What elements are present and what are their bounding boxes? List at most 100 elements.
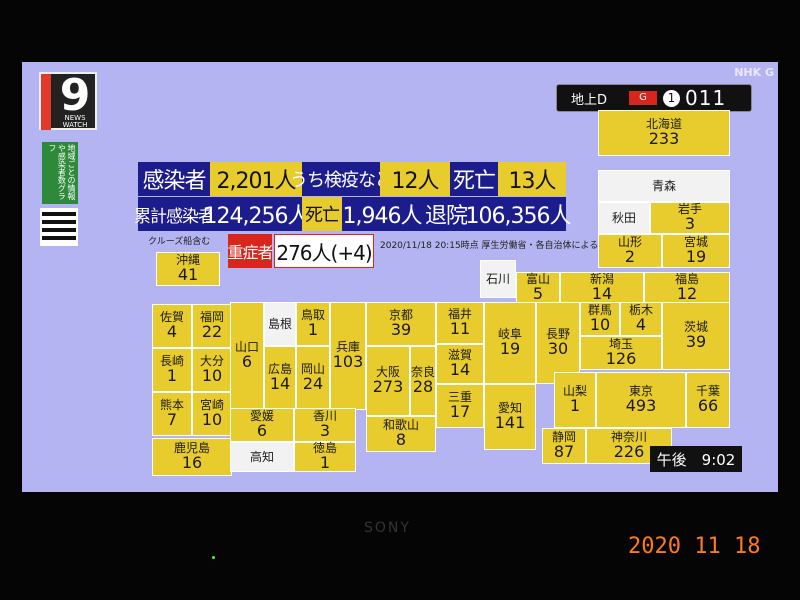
prefecture-count: 14 xyxy=(591,283,613,303)
prefecture-tile: 大阪 273 xyxy=(366,346,410,416)
prefecture-count: 87 xyxy=(553,441,575,461)
prefecture-tile: 山梨 1 xyxy=(554,372,596,428)
prefecture-count: 3 xyxy=(319,420,331,440)
prefecture-tile: 福井 11 xyxy=(436,302,484,344)
channel-badge: G xyxy=(629,91,657,105)
prefecture-tile: 鹿児島 16 xyxy=(152,438,232,476)
channel-indicator: 地上D G 1 011 xyxy=(556,84,752,112)
channel-label: 地上D xyxy=(571,93,608,108)
cum-death-label: 死亡 xyxy=(302,197,342,231)
prefecture-tile: 静岡 87 xyxy=(542,428,586,464)
prefecture-count: 39 xyxy=(685,331,707,351)
prefecture-tile: 埼玉 126 xyxy=(580,336,662,370)
prefecture-count: 8 xyxy=(395,429,407,449)
prefecture-count: 3 xyxy=(684,213,696,233)
prefecture-tile: 岐阜 19 xyxy=(484,302,536,384)
prefecture-name: 石川 xyxy=(485,271,510,286)
discharged-value: 106,356人 xyxy=(466,197,572,231)
prefecture-count: 14 xyxy=(449,359,471,379)
channel-corner-mark: NHK G xyxy=(734,66,774,79)
prefecture-count: 22 xyxy=(201,321,223,341)
death-label: 死亡 xyxy=(450,162,498,196)
prefecture-tile: 兵庫 103 xyxy=(330,302,366,410)
severe-value: 276人(+4) xyxy=(274,234,374,268)
prefecture-count: 226 xyxy=(613,441,645,461)
prefecture-name: 高知 xyxy=(249,449,274,464)
prefecture-tile: 高知 xyxy=(230,442,294,472)
prefecture-count: 1 xyxy=(166,365,178,385)
prefecture-tile: 北海道 233 xyxy=(598,110,730,156)
prefecture-tile: 岩手 3 xyxy=(650,202,730,234)
prefecture-tile: 新潟 14 xyxy=(560,272,644,304)
prefecture-count: 2 xyxy=(624,246,636,266)
prefecture-count: 10 xyxy=(201,365,223,385)
prefecture-tile: 東京 493 xyxy=(596,372,686,428)
timestamp-note: 2020/11/18 20:15時点 厚生労働省・各自治体による xyxy=(380,241,599,251)
photo-date-stamp: 2020 11 18 xyxy=(628,534,761,559)
prefecture-tile: 島根 xyxy=(264,302,296,346)
prefecture-count: 19 xyxy=(685,246,707,266)
prefecture-count: 30 xyxy=(547,338,569,358)
prefecture-tile: 秋田 xyxy=(598,202,650,234)
prefecture-count: 10 xyxy=(201,409,223,429)
prefecture-count: 1 xyxy=(569,395,581,415)
qr-code-icon xyxy=(40,208,78,246)
discharged-label: 退院 xyxy=(422,197,470,231)
side-label-text: 地域ごとの情報や感染者数グラフ xyxy=(47,144,76,200)
prefecture-tile: 沖縄 41 xyxy=(156,252,220,286)
prefecture-tile: 熊本 7 xyxy=(152,392,192,436)
prefecture-count: 7 xyxy=(166,409,178,429)
prefecture-tile: 大分 10 xyxy=(192,348,232,392)
prefecture-tile: 茨城 39 xyxy=(662,302,730,370)
infected-label: 感染者 xyxy=(138,162,210,196)
prefecture-tile: 富山 5 xyxy=(516,272,560,304)
tv-brand: SONY xyxy=(364,520,411,536)
prefecture-count: 103 xyxy=(332,351,364,371)
prefecture-tile: 愛知 141 xyxy=(484,384,536,450)
newswatch9-logo: 9 NEWS WATCH xyxy=(39,70,97,130)
prefecture-count: 141 xyxy=(494,412,526,432)
prefecture-tile: 愛媛 6 xyxy=(230,408,294,442)
prefecture-name: 秋田 xyxy=(611,210,636,225)
prefecture-tile: 香川 3 xyxy=(294,408,356,442)
prefecture-tile: 福岡 22 xyxy=(192,304,232,348)
quarantine-label: うち検疫など xyxy=(290,162,393,196)
prefecture-count: 493 xyxy=(625,395,657,415)
prefecture-tile: 徳島 1 xyxy=(294,442,356,472)
prefecture-tile: 群馬 10 xyxy=(580,302,620,336)
prefecture-count: 24 xyxy=(302,373,324,393)
prefecture-tile: 鳥取 1 xyxy=(296,302,330,346)
prefecture-name: 青森 xyxy=(651,178,676,193)
prefecture-tile: 岡山 24 xyxy=(296,346,330,410)
prefecture-count: 6 xyxy=(256,420,268,440)
channel-number: 011 xyxy=(685,86,727,110)
prefecture-tile: 宮城 19 xyxy=(662,234,730,268)
channel-circle-icon: 1 xyxy=(663,90,680,107)
prefecture-count: 39 xyxy=(390,319,412,339)
prefecture-tile: 石川 xyxy=(480,260,516,298)
prefecture-count: 1 xyxy=(307,319,319,339)
power-led xyxy=(212,556,215,559)
prefecture-tile: 滋賀 14 xyxy=(436,344,484,384)
death-value: 13人 xyxy=(498,162,566,196)
prefecture-count: 11 xyxy=(449,318,471,338)
cumulative-label: 累計感染者 xyxy=(134,197,215,231)
prefecture-tile: 和歌山 8 xyxy=(366,416,436,452)
prefecture-count: 273 xyxy=(372,376,404,396)
prefecture-tile: 佐賀 4 xyxy=(152,304,192,348)
quarantine-value: 12人 xyxy=(380,162,450,196)
prefecture-count: 1 xyxy=(319,452,331,472)
logo-text: NEWS WATCH xyxy=(62,114,88,129)
prefecture-count: 10 xyxy=(589,314,611,334)
cumulative-value: 124,256人 xyxy=(204,197,310,231)
prefecture-count: 66 xyxy=(697,395,719,415)
prefecture-tile: 栃木 4 xyxy=(620,302,662,336)
cruise-note: クルーズ船含む xyxy=(148,237,211,247)
cum-death-value: 1,946人 xyxy=(342,197,422,231)
prefecture-tile: 広島 14 xyxy=(264,346,296,410)
prefecture-tile: 長崎 1 xyxy=(152,348,192,392)
side-label: 地域ごとの情報や感染者数グラフ xyxy=(42,142,78,204)
prefecture-count: 16 xyxy=(181,452,203,472)
prefecture-count: 233 xyxy=(648,128,680,148)
prefecture-count: 126 xyxy=(605,348,637,368)
